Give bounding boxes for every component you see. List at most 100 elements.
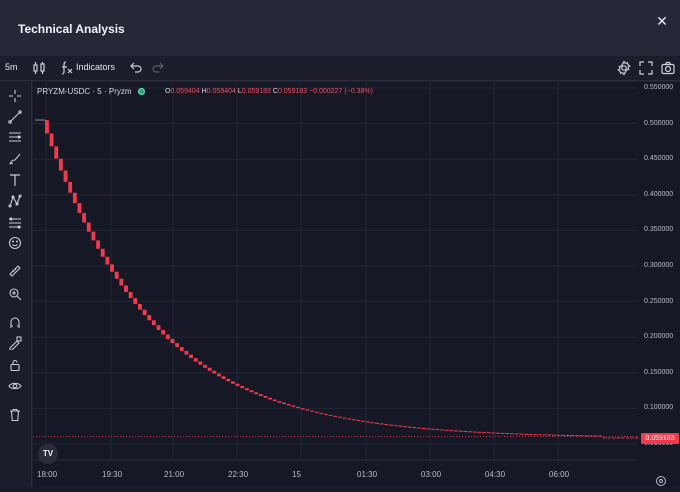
candle — [472, 431, 477, 433]
lock-icon[interactable] — [8, 358, 22, 372]
brush-icon[interactable] — [8, 152, 22, 166]
candle — [305, 409, 310, 411]
trendline-icon[interactable] — [8, 110, 22, 124]
chart-canvas[interactable] — [33, 82, 680, 487]
candle — [607, 437, 611, 439]
candle — [300, 408, 305, 410]
zoom-in-icon[interactable] — [8, 287, 22, 301]
x-tick-label: 22:30 — [228, 470, 249, 479]
interval-button[interactable]: 5m — [5, 62, 18, 72]
candle — [430, 428, 435, 430]
candle — [421, 427, 426, 429]
candle — [328, 414, 333, 416]
chart-legend: PRYZM-USDC · 5 · Pryzm — [37, 87, 151, 96]
indicators-button[interactable]: Indicators — [76, 62, 115, 72]
candle — [393, 425, 398, 427]
settings-icon[interactable] — [616, 60, 632, 76]
candle — [426, 428, 431, 430]
crosshair-icon[interactable] — [8, 89, 22, 103]
y-tick-label: 0.500000 — [644, 119, 674, 127]
candle — [151, 320, 156, 326]
y-tick-label: 0.300000 — [644, 262, 674, 269]
candle — [551, 434, 556, 436]
chart-toolbar: 5m Indicators — [0, 56, 680, 81]
y-tick-label: 0.450000 — [644, 155, 674, 163]
y-tick-label: 0.550000 — [644, 84, 674, 91]
emoji-icon[interactable] — [8, 236, 22, 250]
candle — [514, 433, 519, 435]
fib-icon[interactable] — [8, 216, 22, 230]
price-chart[interactable]: PRYZM-USDC · 5 · Pryzm O0.059404 H0.0594… — [33, 82, 680, 487]
candle — [403, 426, 407, 428]
fullscreen-icon[interactable] — [638, 60, 654, 76]
text-icon[interactable] — [8, 173, 22, 187]
lock-draw-icon[interactable] — [8, 336, 22, 350]
candle — [482, 432, 486, 434]
candle — [347, 418, 352, 420]
y-tick-label: 0.200000 — [644, 333, 674, 341]
symbol-label[interactable]: PRYZM-USDC · 5 · Pryzm — [37, 87, 132, 96]
candle — [616, 437, 620, 439]
candle — [96, 240, 100, 249]
trash-icon[interactable] — [8, 408, 22, 422]
candle — [561, 434, 565, 436]
candle — [310, 410, 314, 412]
candle — [58, 158, 63, 171]
ruler-icon[interactable] — [8, 264, 22, 278]
eye-icon[interactable] — [8, 379, 22, 393]
candle — [533, 434, 538, 436]
candle — [179, 347, 184, 351]
candle — [240, 386, 245, 389]
candle — [361, 420, 366, 422]
candle — [189, 354, 193, 359]
camera-icon[interactable] — [660, 60, 676, 76]
market-status-icon — [137, 88, 145, 95]
candle — [440, 429, 445, 431]
candle — [217, 373, 221, 377]
candle — [161, 330, 166, 335]
candle — [254, 392, 259, 395]
change-value: −0.000227 (−0.38%) — [309, 88, 373, 95]
candle — [263, 396, 268, 398]
candle — [184, 350, 189, 355]
undo-icon[interactable] — [128, 60, 144, 76]
candle — [296, 406, 300, 409]
candle — [138, 304, 142, 310]
horizontal-lines-icon[interactable] — [8, 130, 22, 144]
y-tick-label: 0.350000 — [644, 226, 674, 234]
last-price-tag: 0.059183 — [641, 433, 679, 444]
candles-icon[interactable] — [31, 60, 47, 76]
candle — [244, 388, 249, 391]
axis-settings-icon[interactable] — [655, 474, 667, 486]
drawing-toolbar — [0, 82, 32, 487]
candle — [351, 419, 356, 421]
candle — [63, 170, 68, 182]
candle — [454, 430, 459, 432]
fx-icon[interactable] — [58, 60, 74, 76]
candle — [463, 431, 468, 433]
candle — [45, 120, 49, 134]
pattern-icon[interactable] — [8, 194, 22, 208]
magnet-icon[interactable] — [8, 316, 22, 330]
candle — [589, 435, 593, 437]
tradingview-logo[interactable]: TV — [38, 444, 58, 464]
candle — [86, 222, 91, 232]
candle — [342, 417, 347, 419]
candle — [621, 437, 625, 439]
candle — [142, 309, 147, 316]
candle — [356, 420, 361, 422]
candle — [449, 430, 454, 432]
candle — [412, 427, 417, 429]
candle — [128, 291, 133, 299]
candle — [193, 358, 198, 362]
technical-analysis-modal: Technical Analysis ✕ 5m Indicators PRYZM… — [0, 0, 680, 487]
ohlc-readout: O0.059404 H0.059404 L0.059183 C0.059183 … — [165, 88, 373, 95]
modal-header: Technical Analysis ✕ — [0, 0, 680, 56]
redo-icon[interactable] — [150, 60, 166, 76]
candle — [626, 437, 629, 439]
modal-title: Technical Analysis — [18, 22, 125, 36]
close-icon[interactable]: ✕ — [652, 11, 672, 31]
candle — [226, 378, 231, 382]
candle — [486, 432, 491, 434]
candle — [72, 192, 77, 204]
